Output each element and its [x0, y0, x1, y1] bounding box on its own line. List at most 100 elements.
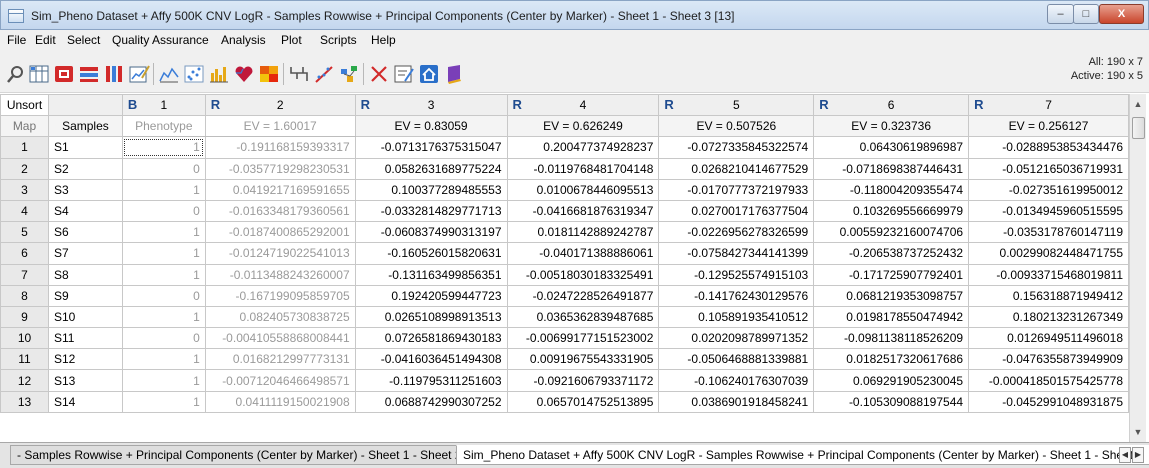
- table-cell[interactable]: -0.0163348179360561: [204, 199, 356, 223]
- sample-id[interactable]: S7: [47, 242, 123, 265]
- table-cell[interactable]: 0.200477374928237: [506, 136, 660, 159]
- table-cell[interactable]: 0.0100678446095513: [506, 178, 660, 201]
- table-cell[interactable]: -0.00712046466498571: [204, 369, 356, 392]
- scroll-thumb[interactable]: [1132, 117, 1145, 139]
- line-plot-icon[interactable]: [158, 63, 180, 85]
- row-number[interactable]: 12: [0, 369, 49, 392]
- table-cell[interactable]: 0.0688742990307252: [354, 390, 508, 413]
- table-row[interactable]: 8 S9 0 -0.167199095859705 0.192420599447723-…: [0, 284, 1129, 307]
- table-cell[interactable]: -0.119795311251603: [354, 369, 508, 392]
- table-cell[interactable]: 0: [121, 157, 206, 180]
- table-cell[interactable]: 0.0265108998913513: [354, 305, 508, 329]
- table-cell[interactable]: 0.0681219353098757: [813, 284, 970, 307]
- table-cell[interactable]: -0.0981138118526209: [813, 327, 970, 350]
- table-cell[interactable]: -0.0124719022541013: [204, 242, 356, 265]
- table-cell[interactable]: -0.040171388886061: [506, 242, 660, 265]
- sample-id[interactable]: S13: [47, 369, 123, 392]
- table-cell[interactable]: -0.171725907792401: [813, 263, 970, 286]
- table-cell[interactable]: 0.00919675543331905: [506, 348, 660, 371]
- table-cell[interactable]: -0.0187400865292001: [204, 221, 356, 244]
- row-number[interactable]: 5: [0, 221, 49, 244]
- table-cell[interactable]: 0.00299082448471755: [968, 242, 1129, 265]
- table-cell[interactable]: 0.0582631689775224: [354, 157, 508, 180]
- table-cell[interactable]: 0.0411119150021908: [204, 390, 356, 413]
- table-cell[interactable]: -0.00518030183325491: [506, 263, 660, 286]
- trend-plot-icon[interactable]: [313, 63, 335, 85]
- table-row[interactable]: 11 S12 1 0.0168212997773131 -0.0416036451494…: [0, 348, 1129, 371]
- table-cell[interactable]: -0.0170777372197933: [658, 178, 815, 201]
- spreadsheet-icon[interactable]: [28, 63, 50, 85]
- tab-sheet-3[interactable]: Sim_Pheno Dataset + Affy 500K CNV LogR -…: [456, 445, 1149, 465]
- menu-quality-assurance[interactable]: Quality Assurance: [112, 33, 209, 47]
- samples-header[interactable]: Samples: [47, 115, 123, 138]
- column-type-header[interactable]: R7: [968, 94, 1129, 117]
- home-icon[interactable]: [418, 63, 440, 85]
- row-number[interactable]: 7: [0, 263, 49, 286]
- vertical-scrollbar[interactable]: ▲ ▼: [1129, 94, 1146, 442]
- column-transfer-icon[interactable]: [78, 63, 100, 85]
- sample-id[interactable]: S12: [47, 348, 123, 371]
- tree-icon[interactable]: [288, 63, 310, 85]
- data-grid[interactable]: Unsort B 1 R 2 R 3 R 4 R 5 R 6 R 7 Map Samples Phenotype E…: [0, 94, 1129, 442]
- close-button[interactable]: X: [1099, 4, 1144, 24]
- table-cell[interactable]: -0.0332814829771713: [354, 199, 508, 223]
- row-number[interactable]: 4: [0, 199, 49, 223]
- table-cell[interactable]: -0.141762430129576: [658, 284, 815, 307]
- table-cell[interactable]: -0.0718698387446431: [813, 157, 970, 180]
- tab-sheet-2[interactable]: - Samples Rowwise + Principal Components…: [10, 445, 469, 465]
- table-cell[interactable]: -0.0506468881339881: [658, 348, 815, 371]
- menu-plot[interactable]: Plot: [281, 33, 302, 47]
- column-type-header[interactable]: R6: [813, 94, 970, 117]
- table-cell[interactable]: 0.069291905230045: [813, 369, 970, 392]
- table-cell[interactable]: -0.0357719298230531: [204, 157, 356, 180]
- sample-id[interactable]: S10: [47, 305, 123, 329]
- table-cell[interactable]: 0.06430619896987: [813, 136, 970, 159]
- heart-icon[interactable]: [233, 63, 255, 85]
- table-cell[interactable]: -0.160526015820631: [354, 242, 508, 265]
- table-row[interactable]: 7 S8 1 -0.0113488243260007 -0.13116349985635…: [0, 263, 1129, 286]
- table-cell[interactable]: 0.0268210414677529: [658, 157, 815, 180]
- menu-file[interactable]: File: [7, 33, 26, 47]
- column-type-header[interactable]: R5: [658, 94, 815, 117]
- search-icon[interactable]: [5, 63, 27, 85]
- sample-id[interactable]: S1: [47, 136, 123, 159]
- sample-id[interactable]: S14: [47, 390, 123, 413]
- sample-id[interactable]: S9: [47, 284, 123, 307]
- genome-icon[interactable]: [338, 63, 360, 85]
- heatmap-icon[interactable]: [258, 63, 280, 85]
- table-cell[interactable]: 0.180213231267349: [968, 305, 1129, 329]
- table-cell[interactable]: -0.0512165036719931: [968, 157, 1129, 180]
- table-cell[interactable]: -0.0713176375315047: [354, 136, 508, 159]
- column-type-header[interactable]: R4: [506, 94, 660, 117]
- table-cell[interactable]: 0.0386901918458241: [658, 390, 815, 413]
- table-cell[interactable]: 1: [121, 221, 206, 244]
- table-cell[interactable]: 0.156318871949412: [968, 284, 1129, 307]
- table-cell[interactable]: -0.0113488243260007: [204, 263, 356, 286]
- menu-edit[interactable]: Edit: [35, 33, 56, 47]
- table-cell[interactable]: -0.0452991048931875: [968, 390, 1129, 413]
- table-cell[interactable]: 0: [121, 327, 206, 350]
- table-row[interactable]: 4 S4 0 -0.0163348179360561 -0.03328148297717…: [0, 199, 1129, 223]
- menu-help[interactable]: Help: [371, 33, 396, 47]
- scroll-down-icon[interactable]: ▼: [1130, 424, 1146, 440]
- table-cell[interactable]: 0: [121, 199, 206, 223]
- table-cell[interactable]: 0.0657014752513895: [506, 390, 660, 413]
- table-cell[interactable]: -0.106240176307039: [658, 369, 815, 392]
- table-cell[interactable]: -0.0353178760147119: [968, 221, 1129, 244]
- table-cell[interactable]: -0.0416681876319347: [506, 199, 660, 223]
- row-number[interactable]: 11: [0, 348, 49, 371]
- table-cell[interactable]: 0.0182517320617686: [813, 348, 970, 371]
- table-cell[interactable]: -0.0226956278326599: [658, 221, 815, 244]
- table-cell[interactable]: 0.0365362839487685: [506, 305, 660, 329]
- table-cell[interactable]: 0.0168212997773131: [204, 348, 356, 371]
- scroll-up-icon[interactable]: ▲: [1130, 96, 1146, 112]
- row-number[interactable]: 10: [0, 327, 49, 350]
- table-cell[interactable]: 1: [121, 136, 206, 159]
- sample-id[interactable]: S4: [47, 199, 123, 223]
- table-cell[interactable]: 0.100377289485553: [354, 178, 508, 201]
- table-cell[interactable]: 0.0202098789971352: [658, 327, 815, 350]
- table-cell[interactable]: 1: [121, 178, 206, 201]
- table-cell[interactable]: 1: [121, 242, 206, 265]
- table-row[interactable]: 6 S7 1 -0.0124719022541013 -0.16052601582063…: [0, 242, 1129, 265]
- table-cell[interactable]: 0.105891935410512: [658, 305, 815, 329]
